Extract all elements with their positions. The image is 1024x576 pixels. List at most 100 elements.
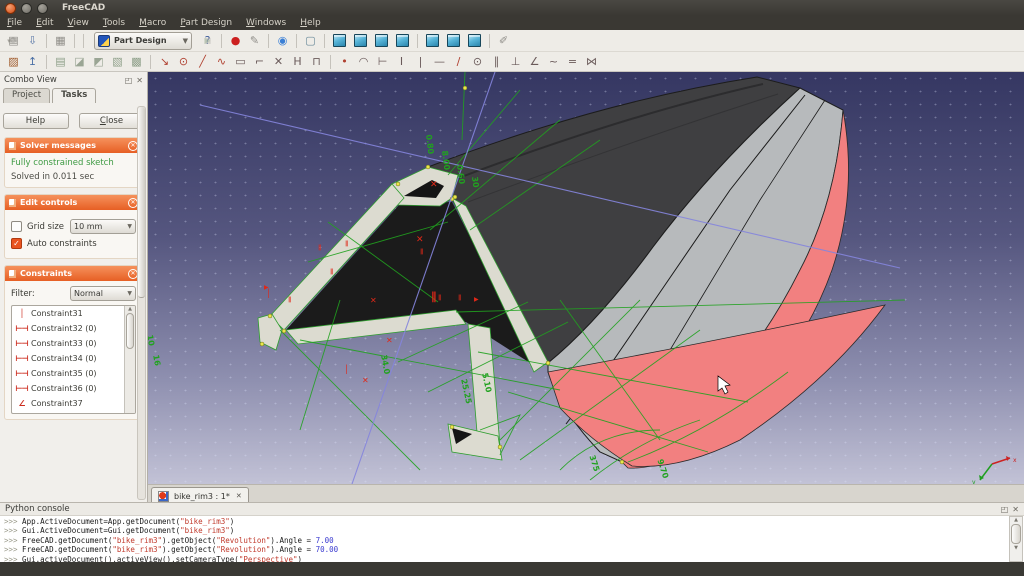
save-document-icon[interactable]: ⇩	[24, 33, 41, 49]
map-sketch-icon[interactable]: ◪	[71, 54, 88, 70]
constrain-equal-icon[interactable]: =	[564, 54, 581, 70]
menu-file[interactable]: File	[0, 18, 29, 28]
tab-tasks[interactable]: Tasks	[52, 88, 97, 103]
constraint-item[interactable]: │ Constraint31	[12, 306, 135, 321]
toolbar-separator	[417, 33, 418, 48]
console-scrollbar[interactable]: ▲ ▼	[1009, 516, 1023, 562]
view-right-icon[interactable]	[396, 34, 409, 47]
create-fillet-icon[interactable]: ⌐	[251, 54, 268, 70]
auto-constraints-checkbox[interactable]: ✓	[11, 238, 22, 249]
fit-all-icon[interactable]: ◉	[274, 33, 291, 49]
constrain-coincident-icon[interactable]: •	[336, 54, 353, 70]
close-window-button[interactable]	[5, 2, 16, 14]
grid-size-select[interactable]: 10 mm ▼	[70, 219, 136, 234]
constrain-horizontal-icon[interactable]: —	[431, 54, 448, 70]
float-panel-icon[interactable]: ◰	[1001, 505, 1009, 514]
leave-sketch-icon[interactable]: ↥	[24, 54, 41, 70]
view-bottom-icon[interactable]	[447, 34, 460, 47]
macro-edit-icon[interactable]: ✎	[246, 33, 263, 49]
close-panel-icon[interactable]: ✕	[136, 76, 143, 85]
view-top-icon[interactable]	[375, 34, 388, 47]
merge-sketches-icon[interactable]: ▩	[128, 54, 145, 70]
chevron-down-icon: ▼	[127, 223, 132, 230]
constrain-radius-icon[interactable]: ⊙	[469, 54, 486, 70]
constrain-symmetric-icon[interactable]: ⋈	[583, 54, 600, 70]
svg-text:∥: ∥	[420, 248, 423, 255]
menu-part-design[interactable]: Part Design	[173, 18, 239, 28]
create-polyline-icon[interactable]: ↘	[156, 54, 173, 70]
view-rear-icon[interactable]	[426, 34, 439, 47]
paste-icon[interactable]: ▦	[52, 33, 69, 49]
constrain-angle-icon[interactable]: ∠	[526, 54, 543, 70]
3d-viewport[interactable]: ✕ ✕ ✕ ✕ ✕ ∥ ∥ ∥ ∥ ∥ ∥ ∥ ∥ │ │ ▶ ▶ x y 0.…	[148, 72, 1024, 484]
menu-windows[interactable]: Windows	[239, 18, 293, 28]
constrain-vertical-distance-icon[interactable]: I	[393, 54, 410, 70]
constrain-horizontal-distance-icon[interactable]: ⊢	[374, 54, 391, 70]
draw-style-icon[interactable]: ▢	[302, 33, 319, 49]
workbench-selector[interactable]: Part Design ▼	[94, 31, 192, 50]
constraint-filter-select[interactable]: Normal ▼	[70, 286, 136, 301]
edit-sketch-icon[interactable]: ▨	[5, 54, 22, 70]
constraint-item[interactable]: ⊢⊣ Constraint34 (0)	[12, 351, 135, 366]
constraint-item[interactable]: ⊢⊣ Constraint35 (0)	[12, 366, 135, 381]
minimize-window-button[interactable]	[21, 2, 32, 14]
view-section-icon[interactable]: ▤	[52, 54, 69, 70]
measure-distance-icon[interactable]: ✐	[495, 33, 512, 49]
list-scrollbar[interactable]: ▲	[124, 306, 135, 413]
external-geometry-icon[interactable]: H	[289, 54, 306, 70]
tab-project[interactable]: Project	[3, 88, 51, 103]
constraint-item[interactable]: ∠ Constraint37	[12, 396, 135, 411]
create-line-icon[interactable]: ╱	[194, 54, 211, 70]
constrain-vertical-icon[interactable]: |	[412, 54, 429, 70]
grid-size-label: Grid size	[27, 221, 65, 232]
create-circle-icon[interactable]: ⊙	[175, 54, 192, 70]
close-tab-icon[interactable]: ✕	[236, 492, 242, 500]
constrain-point-on-object-icon[interactable]: ◠	[355, 54, 372, 70]
close-panel-icon[interactable]: ✕	[1012, 505, 1019, 514]
svg-text:∥: ∥	[330, 268, 333, 275]
view-front-icon[interactable]	[354, 34, 367, 47]
constraint-item[interactable]: ⊢⊣ Constraint32 (0)	[12, 321, 135, 336]
toggle-construction-icon[interactable]: ⊓	[308, 54, 325, 70]
maximize-window-button[interactable]	[37, 2, 48, 14]
refresh-icon[interactable]: ⟳	[5, 33, 22, 49]
svg-text:│: │	[344, 364, 349, 374]
macro-record-icon[interactable]: ●	[227, 33, 244, 49]
menu-view[interactable]: View	[61, 18, 96, 28]
constraint-label: Constraint32 (0)	[31, 324, 97, 333]
menu-edit[interactable]: Edit	[29, 18, 60, 28]
constraint-item[interactable]: ⊢⊣ Constraint36 (0)	[12, 381, 135, 396]
svg-text:✕: ✕	[362, 376, 369, 385]
constrain-parallel-icon[interactable]: ∥	[488, 54, 505, 70]
python-console[interactable]: >>> App.ActiveDocument=App.getDocument("…	[0, 515, 1024, 562]
reorient-sketch-icon[interactable]: ◩	[90, 54, 107, 70]
float-panel-icon[interactable]: ◰	[125, 76, 133, 85]
panel-scrollbar[interactable]	[137, 106, 146, 500]
svg-text:▶: ▶	[264, 284, 269, 291]
help-button[interactable]: Help	[2, 113, 69, 129]
view-isometric-icon[interactable]	[333, 34, 346, 47]
constrain-tangent-icon[interactable]: ~	[545, 54, 562, 70]
constrain-perpendicular-icon[interactable]: ⊥	[507, 54, 524, 70]
edit-controls-title: Edit controls	[20, 198, 78, 207]
create-spline-icon[interactable]: ∿	[213, 54, 230, 70]
grid-size-checkbox[interactable]	[11, 221, 22, 232]
constrain-distance-icon[interactable]: ∕	[450, 54, 467, 70]
menu-macro[interactable]: Macro	[132, 18, 173, 28]
toolbar-separator	[296, 33, 297, 48]
constraint-label: Constraint34 (0)	[31, 354, 97, 363]
toolbar-separator	[221, 33, 222, 48]
create-rectangle-icon[interactable]: ▭	[232, 54, 249, 70]
close-task-button[interactable]: Close	[78, 113, 145, 129]
workbench-icon	[98, 34, 110, 47]
titlebar: FreeCAD	[0, 0, 1024, 16]
macro-play-icon[interactable]: ▶	[199, 33, 216, 49]
constraint-item[interactable]: ⊢⊣ Constraint33 (0)	[12, 336, 135, 351]
view-left-icon[interactable]	[468, 34, 481, 47]
sketcher-toolbar: ▨ ↥ ▤ ◪ ◩ ▧ ▩ ↘ ⊙ ╱ ∿ ▭ ⌐ ✕ H ⊓ • ◠ ⊢ I | — ∕ ⊙ ∥ ⊥ ∠ ~ = ⋈	[0, 52, 1024, 72]
model-canvas: ✕ ✕ ✕ ✕ ✕ ∥ ∥ ∥ ∥ ∥ ∥ ∥ ∥ │ │ ▶ ▶ x y	[199, 72, 1017, 484]
validate-sketch-icon[interactable]: ▧	[109, 54, 126, 70]
trim-edge-icon[interactable]: ✕	[270, 54, 287, 70]
menu-tools[interactable]: Tools	[96, 18, 132, 28]
menu-help[interactable]: Help	[293, 18, 328, 28]
